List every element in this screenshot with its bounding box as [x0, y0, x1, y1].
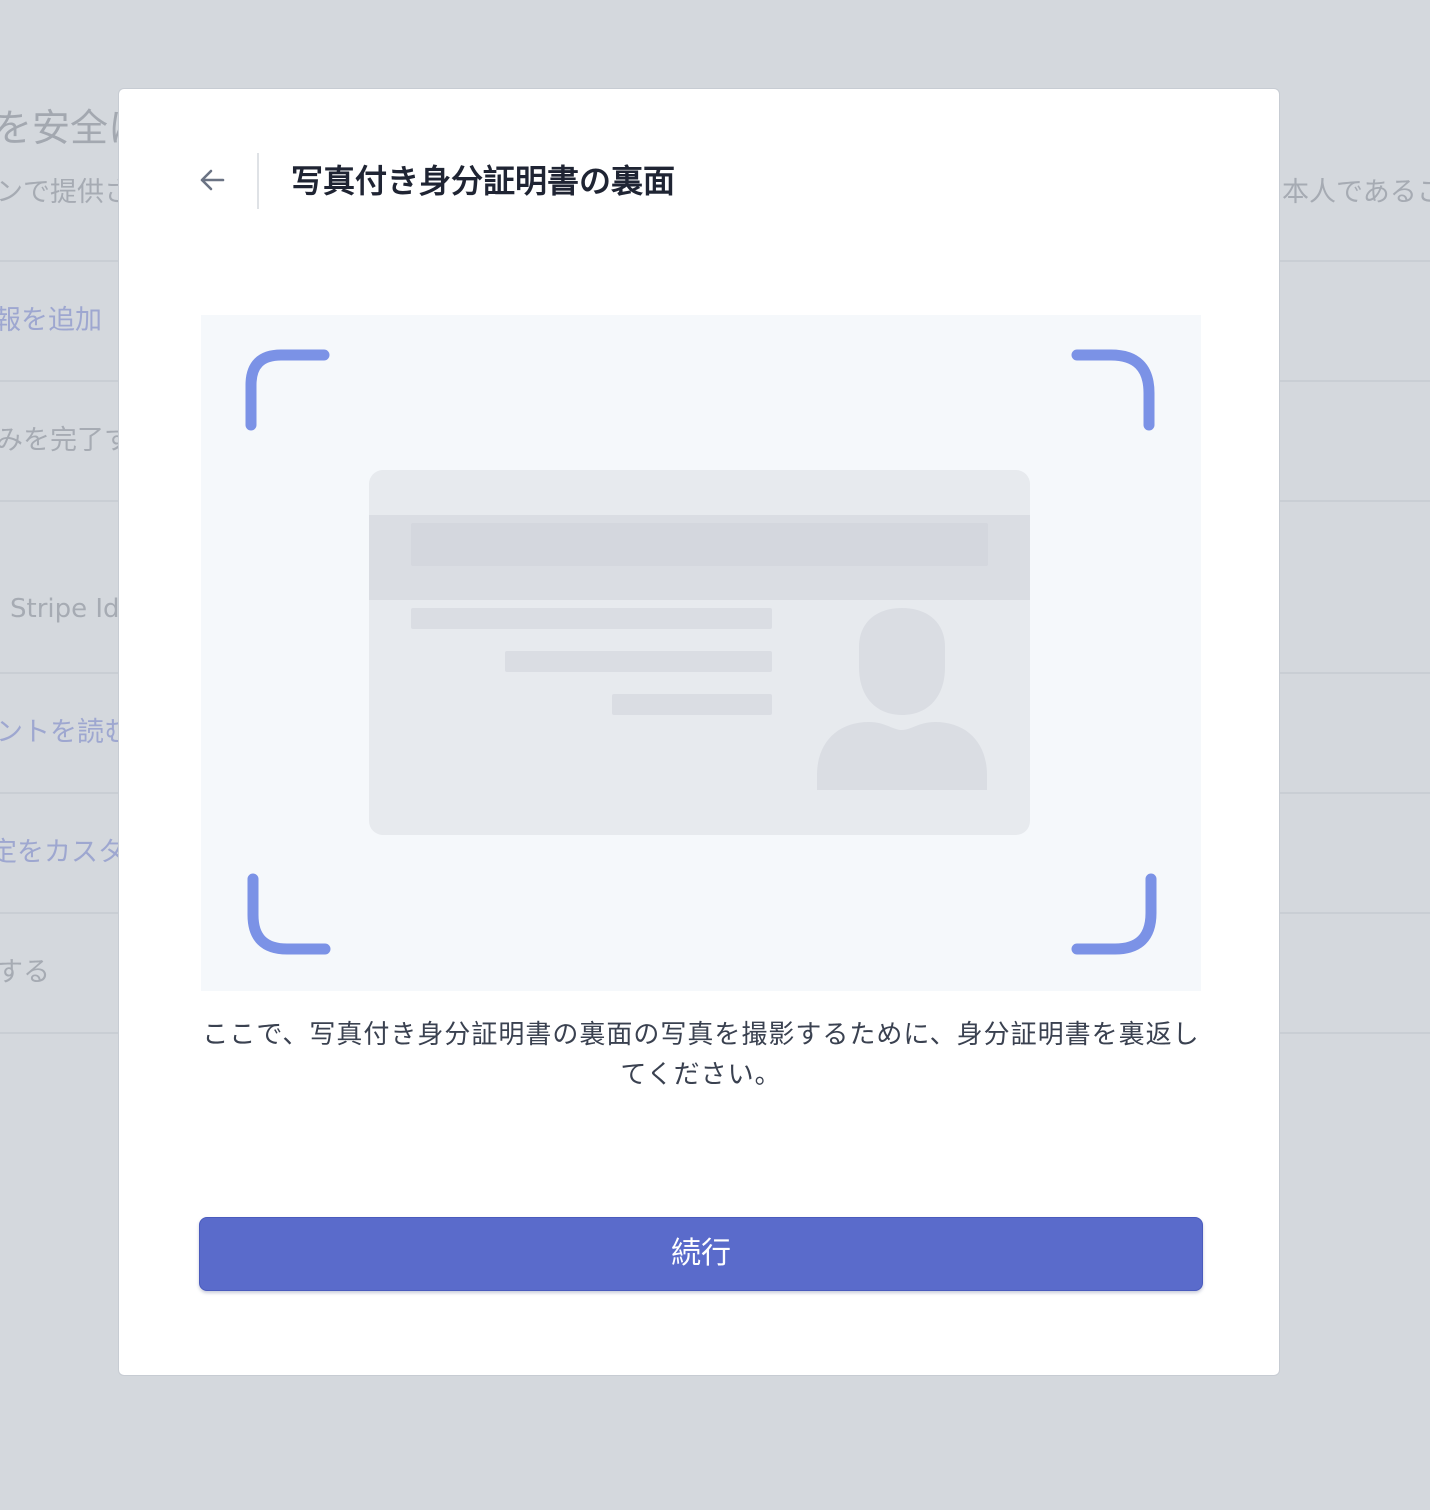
scan-frame-corner-bottom-right: [1071, 873, 1157, 955]
scan-frame-corner-top-left: [245, 349, 330, 431]
scan-frame-corner-top-right: [1071, 349, 1155, 431]
background-list-item: ントを読む: [0, 717, 131, 748]
id-card: [369, 470, 1030, 835]
background-page-subtitle-left: ンで提供さ: [0, 177, 131, 208]
arrow-left-icon: [198, 166, 226, 198]
scan-frame-corner-bottom-left: [247, 873, 331, 955]
id-card-illustration: [201, 315, 1201, 991]
instruction-text: ここで、写真付き身分証明書の裏面の写真を撮影するために、身分証明書を裏返してくだ…: [202, 1020, 1200, 1090]
background-list-item: する: [0, 957, 50, 988]
background-list-item: Stripe Id: [10, 594, 120, 624]
back-button[interactable]: [189, 159, 235, 205]
background-page-subtitle-right: 本人であるこ: [1282, 177, 1430, 208]
modal-title: 写真付き身分証明書の裏面: [291, 162, 676, 200]
background-list-item: 定をカスタ: [0, 837, 125, 868]
header-divider: [257, 153, 259, 209]
continue-button[interactable]: 続行: [199, 1217, 1203, 1291]
background-list-item: 報を追加: [0, 305, 102, 336]
background-list-item: みを完了す: [0, 425, 131, 456]
id-back-modal: 写真付き身分証明書の裏面 ここで、写真付き身分証明書の裏面の写真を撮影するために…: [118, 88, 1280, 1376]
